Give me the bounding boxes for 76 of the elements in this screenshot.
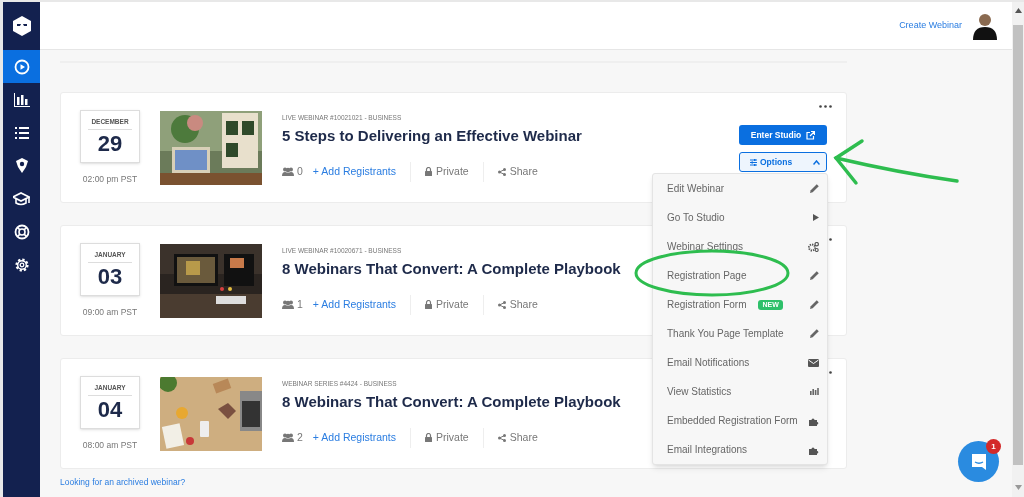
registrant-count: 1 bbox=[297, 296, 303, 312]
menu-item[interactable]: Registration Page bbox=[653, 261, 827, 290]
privacy-status: Private bbox=[436, 429, 469, 445]
caret-up-icon bbox=[813, 159, 820, 165]
event-time: 08:00 am PST bbox=[82, 438, 138, 452]
privacy-status: Private bbox=[436, 163, 469, 179]
menu-item-label: Email Integrations bbox=[667, 443, 748, 457]
users-icon bbox=[282, 167, 294, 177]
graduation-cap-icon bbox=[13, 191, 30, 206]
share-link[interactable]: Share bbox=[497, 163, 538, 180]
chat-icon bbox=[969, 452, 988, 471]
lock-icon bbox=[425, 433, 433, 443]
pencil-icon bbox=[810, 271, 819, 280]
menu-item-label: Thank You Page Template bbox=[667, 327, 784, 341]
lifebuoy-icon bbox=[13, 223, 30, 240]
event-time: 09:00 am PST bbox=[82, 305, 138, 319]
external-link-icon bbox=[806, 130, 816, 140]
pencil-icon bbox=[810, 329, 819, 338]
share-link[interactable]: Share bbox=[497, 296, 538, 313]
date-day: 29 bbox=[97, 129, 123, 158]
users-icon bbox=[282, 300, 294, 310]
date-day: 04 bbox=[97, 395, 123, 424]
webinar-title[interactable]: 8 Webinars That Convert: A Complete Playbook bbox=[282, 258, 621, 281]
scroll-up-icon[interactable] bbox=[1014, 8, 1022, 13]
lock-icon bbox=[425, 300, 433, 310]
lock-icon bbox=[425, 167, 433, 177]
archived-webinar-link[interactable]: Looking for an archived webinar? bbox=[60, 476, 186, 489]
menu-item[interactable]: Webinar Settings bbox=[653, 232, 827, 261]
menu-item[interactable]: Thank You Page Template bbox=[653, 319, 827, 348]
privacy-status: Private bbox=[436, 296, 469, 312]
add-registrants-link[interactable]: + Add Registrants bbox=[312, 296, 397, 313]
menu-item-label: Registration Page bbox=[667, 269, 747, 283]
share-link[interactable]: Share bbox=[497, 429, 538, 446]
share-icon bbox=[497, 300, 506, 309]
webinar-title[interactable]: 5 Steps to Delivering an Effective Webinar bbox=[282, 125, 582, 148]
logo-icon bbox=[10, 15, 33, 37]
menu-item-label: View Statistics bbox=[667, 385, 732, 399]
play-circle-icon bbox=[13, 58, 30, 75]
scrollbar[interactable] bbox=[1012, 2, 1024, 497]
menu-item[interactable]: Go To Studio bbox=[653, 203, 827, 232]
more-icon[interactable] bbox=[819, 105, 832, 108]
event-time: 02:00 pm PST bbox=[82, 172, 138, 186]
date-day: 03 bbox=[97, 262, 123, 291]
settings-icon bbox=[13, 256, 30, 273]
menu-item-label: Edit Webinar bbox=[667, 182, 725, 196]
create-webinar-link[interactable]: Create Webinar bbox=[899, 18, 962, 33]
share-icon bbox=[497, 433, 506, 442]
shield-icon bbox=[14, 158, 29, 173]
add-registrants-link[interactable]: + Add Registrants bbox=[312, 163, 397, 180]
pencil-icon bbox=[810, 184, 819, 193]
list-icon bbox=[14, 126, 29, 139]
menu-item-label: Embedded Registration Form bbox=[667, 414, 798, 428]
registrant-count: 0 bbox=[297, 163, 303, 179]
webinar-title[interactable]: 8 Webinars That Convert: A Complete Playbook bbox=[282, 391, 621, 414]
menu-item[interactable]: Embedded Registration Form bbox=[653, 406, 827, 435]
menu-item[interactable]: Edit Webinar bbox=[653, 174, 827, 203]
users-icon bbox=[282, 433, 294, 443]
menu-item[interactable]: Email Notifications bbox=[653, 348, 827, 377]
options-button[interactable]: Options bbox=[739, 152, 827, 172]
add-registrants-link[interactable]: + Add Registrants bbox=[312, 429, 397, 446]
bar-chart-icon bbox=[810, 388, 819, 395]
share-icon bbox=[497, 167, 506, 176]
enter-studio-button[interactable]: Enter Studio bbox=[739, 125, 827, 145]
menu-item-label: Email Notifications bbox=[667, 356, 750, 370]
menu-item-label: Registration Form bbox=[667, 298, 747, 312]
registrant-count: 2 bbox=[297, 429, 303, 445]
envelope-icon bbox=[808, 358, 819, 367]
avatar[interactable] bbox=[972, 11, 998, 40]
menu-item[interactable]: Email Integrations bbox=[653, 435, 827, 464]
play-icon bbox=[813, 214, 819, 221]
pencil-icon bbox=[810, 300, 819, 309]
menu-item-label: Go To Studio bbox=[667, 211, 725, 225]
menu-item[interactable]: View Statistics bbox=[653, 377, 827, 406]
menu-item-label: Webinar Settings bbox=[667, 240, 743, 254]
sliders-icon bbox=[750, 158, 757, 166]
bar-chart-icon bbox=[13, 92, 30, 107]
